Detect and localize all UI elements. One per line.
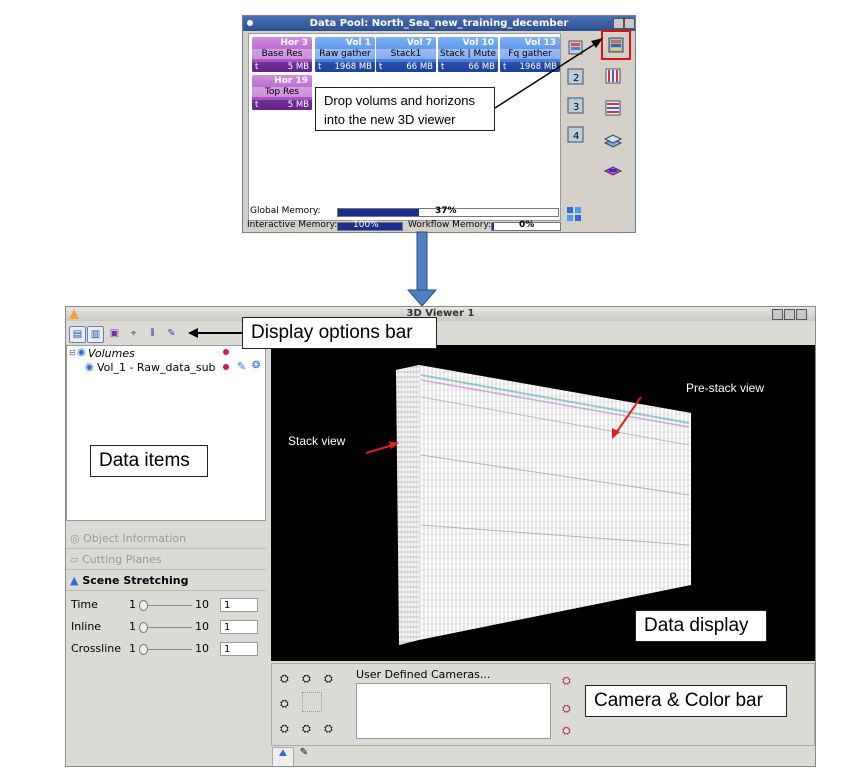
viewer-annotation-arrows <box>188 328 242 338</box>
data-display-label: Data display <box>635 610 767 642</box>
camera-color-bar-label: Camera & Color bar <box>585 685 787 717</box>
toolbar-pointer-arrowhead <box>188 328 198 338</box>
display-options-bar-label: Display options bar <box>242 317 437 349</box>
data-items-label: Data items <box>90 445 208 477</box>
